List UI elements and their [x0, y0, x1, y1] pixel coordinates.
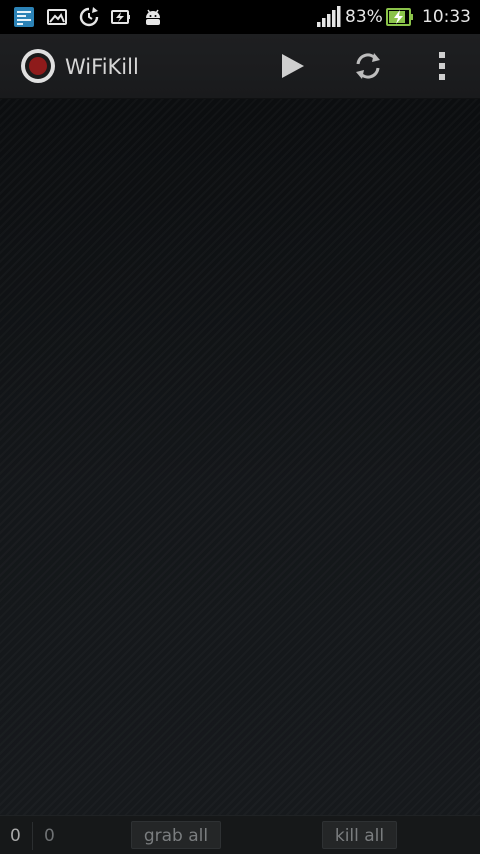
play-icon [282, 54, 304, 78]
signal-bars-icon [317, 6, 341, 27]
refresh-icon [356, 53, 380, 79]
clock: 10:33 [422, 7, 471, 27]
grab-all-button[interactable]: grab all [131, 821, 221, 849]
kill-all-button[interactable]: kill all [322, 821, 397, 849]
android-debug-icon [146, 9, 160, 25]
screen: 83% 10:33 WiFiKill 0 0 grab all kill all [0, 0, 480, 854]
bottom-bar: 0 0 grab all kill all [0, 815, 480, 854]
grabbed-count: 0 [10, 826, 21, 846]
killed-count: 0 [44, 826, 55, 846]
refresh-button[interactable] [344, 42, 392, 90]
app-title: WiFiKill [65, 55, 139, 79]
status-bar: 83% 10:33 [0, 0, 480, 34]
battery-saver-icon [111, 10, 130, 24]
overflow-menu-icon [439, 52, 445, 80]
battery-percent: 83% [345, 7, 383, 27]
record-icon[interactable] [19, 47, 57, 85]
app-notification-icon [14, 7, 34, 27]
battery-charging-icon [386, 8, 413, 26]
gallery-icon [47, 9, 67, 25]
overflow-menu-button[interactable] [418, 42, 466, 90]
sync-icon [79, 7, 99, 27]
device-list-area [0, 99, 480, 815]
count-divider [32, 822, 33, 850]
action-bar: WiFiKill [0, 34, 480, 99]
start-button[interactable] [269, 42, 317, 90]
